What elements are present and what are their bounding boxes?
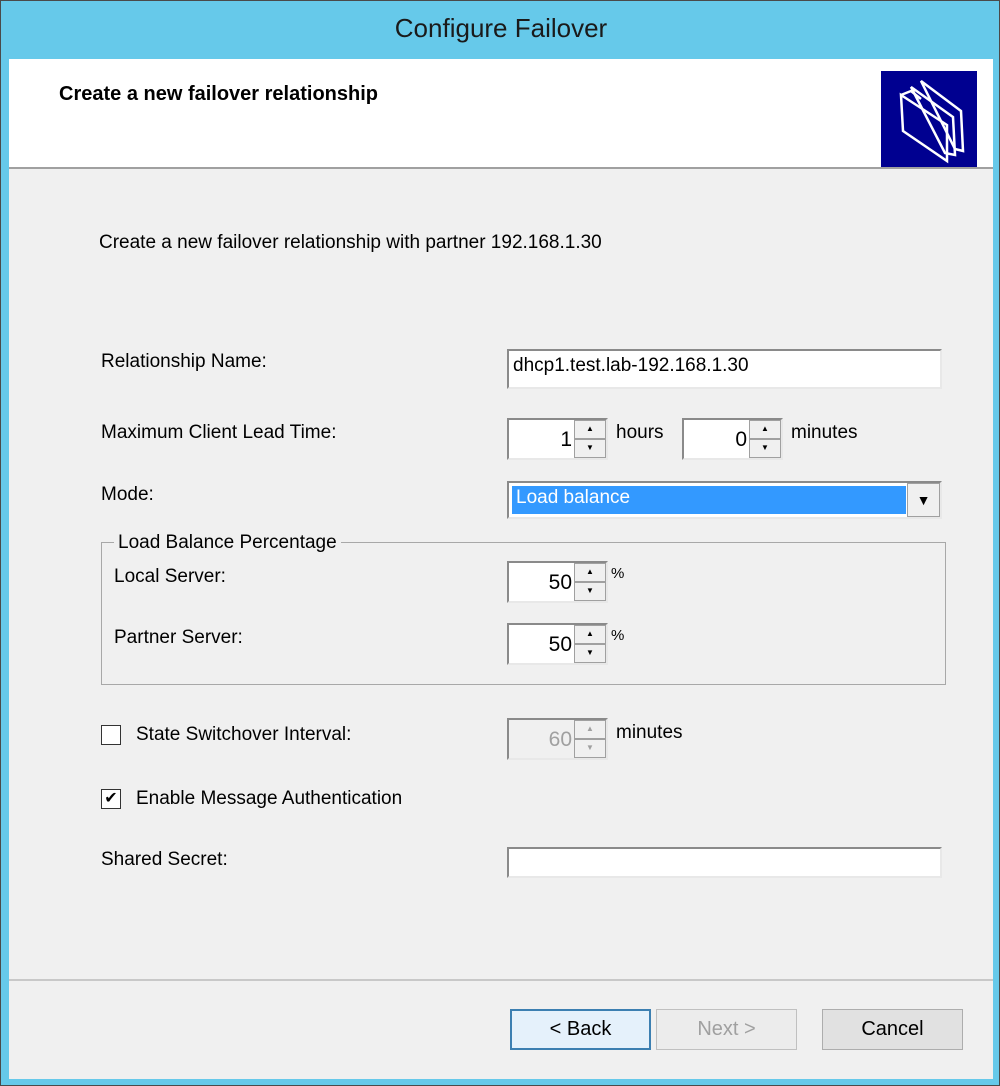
spin-down-icon[interactable]: ▼ (749, 439, 781, 458)
load-balance-legend: Load Balance Percentage (114, 532, 341, 554)
spin-up-icon[interactable]: ▲ (574, 563, 606, 582)
dialog-window: Configure Failover Create a new failover… (0, 0, 1000, 1086)
partner-server-value[interactable]: 50 (549, 633, 572, 657)
folders-icon (881, 71, 977, 167)
back-button[interactable]: < Back (510, 1009, 651, 1050)
switchover-label: State Switchover Interval: (136, 724, 352, 745)
local-percent-unit: % (611, 565, 625, 582)
lead-time-minutes-spinner[interactable]: 0 ▲ ▼ (682, 418, 783, 460)
footer-divider (9, 979, 993, 981)
intro-text: Create a new failover relationship with … (99, 232, 602, 253)
header-title: Create a new failover relationship (59, 83, 378, 105)
relationship-name-label: Relationship Name: (101, 351, 267, 372)
lead-time-hours-spinner[interactable]: 1 ▲ ▼ (507, 418, 608, 460)
next-button[interactable]: Next > (656, 1009, 797, 1050)
spin-down-icon[interactable]: ▼ (574, 582, 606, 601)
switchover-checkbox[interactable] (101, 725, 121, 745)
spin-up-icon[interactable]: ▲ (574, 625, 606, 644)
switchover-unit: minutes (616, 722, 683, 743)
switchover-spinner[interactable]: 60 ▲ ▼ (507, 718, 608, 760)
partner-server-label: Partner Server: (114, 627, 243, 648)
hours-value[interactable]: 1 (560, 428, 572, 452)
relationship-name-input[interactable]: dhcp1.test.lab-192.168.1.30 (507, 349, 942, 389)
spin-down-icon: ▼ (574, 739, 606, 758)
spin-up-icon: ▲ (574, 720, 606, 739)
minutes-value[interactable]: 0 (735, 428, 747, 452)
switchover-value: 60 (548, 728, 572, 751)
partner-server-spinner[interactable]: 50 ▲ ▼ (507, 623, 608, 665)
local-server-spinner[interactable]: 50 ▲ ▼ (507, 561, 608, 603)
spin-down-icon[interactable]: ▼ (574, 439, 606, 458)
chevron-down-icon[interactable]: ▼ (907, 483, 940, 517)
hours-unit: hours (616, 422, 664, 443)
mode-dropdown[interactable]: Load balance ▼ (507, 481, 942, 519)
minutes-unit: minutes (791, 422, 858, 443)
window-title: Configure Failover (394, 13, 608, 43)
message-auth-checkbox[interactable]: ✔ (101, 789, 121, 809)
wizard-body: Create a new failover relationship with … (9, 169, 993, 1079)
message-auth-label: Enable Message Authentication (136, 788, 403, 809)
shared-secret-label: Shared Secret: (101, 849, 228, 870)
shared-secret-input[interactable] (507, 847, 942, 878)
partner-percent-unit: % (611, 627, 625, 644)
spin-down-icon[interactable]: ▼ (574, 644, 606, 663)
lead-time-label: Maximum Client Lead Time: (101, 422, 337, 443)
local-server-value[interactable]: 50 (549, 571, 572, 595)
wizard-header: Create a new failover relationship (9, 59, 993, 169)
mode-selected-value[interactable]: Load balance (512, 486, 906, 514)
mode-label: Mode: (101, 484, 154, 505)
spin-up-icon[interactable]: ▲ (749, 420, 781, 439)
cancel-button[interactable]: Cancel (822, 1009, 963, 1050)
spin-up-icon[interactable]: ▲ (574, 420, 606, 439)
local-server-label: Local Server: (114, 566, 226, 587)
